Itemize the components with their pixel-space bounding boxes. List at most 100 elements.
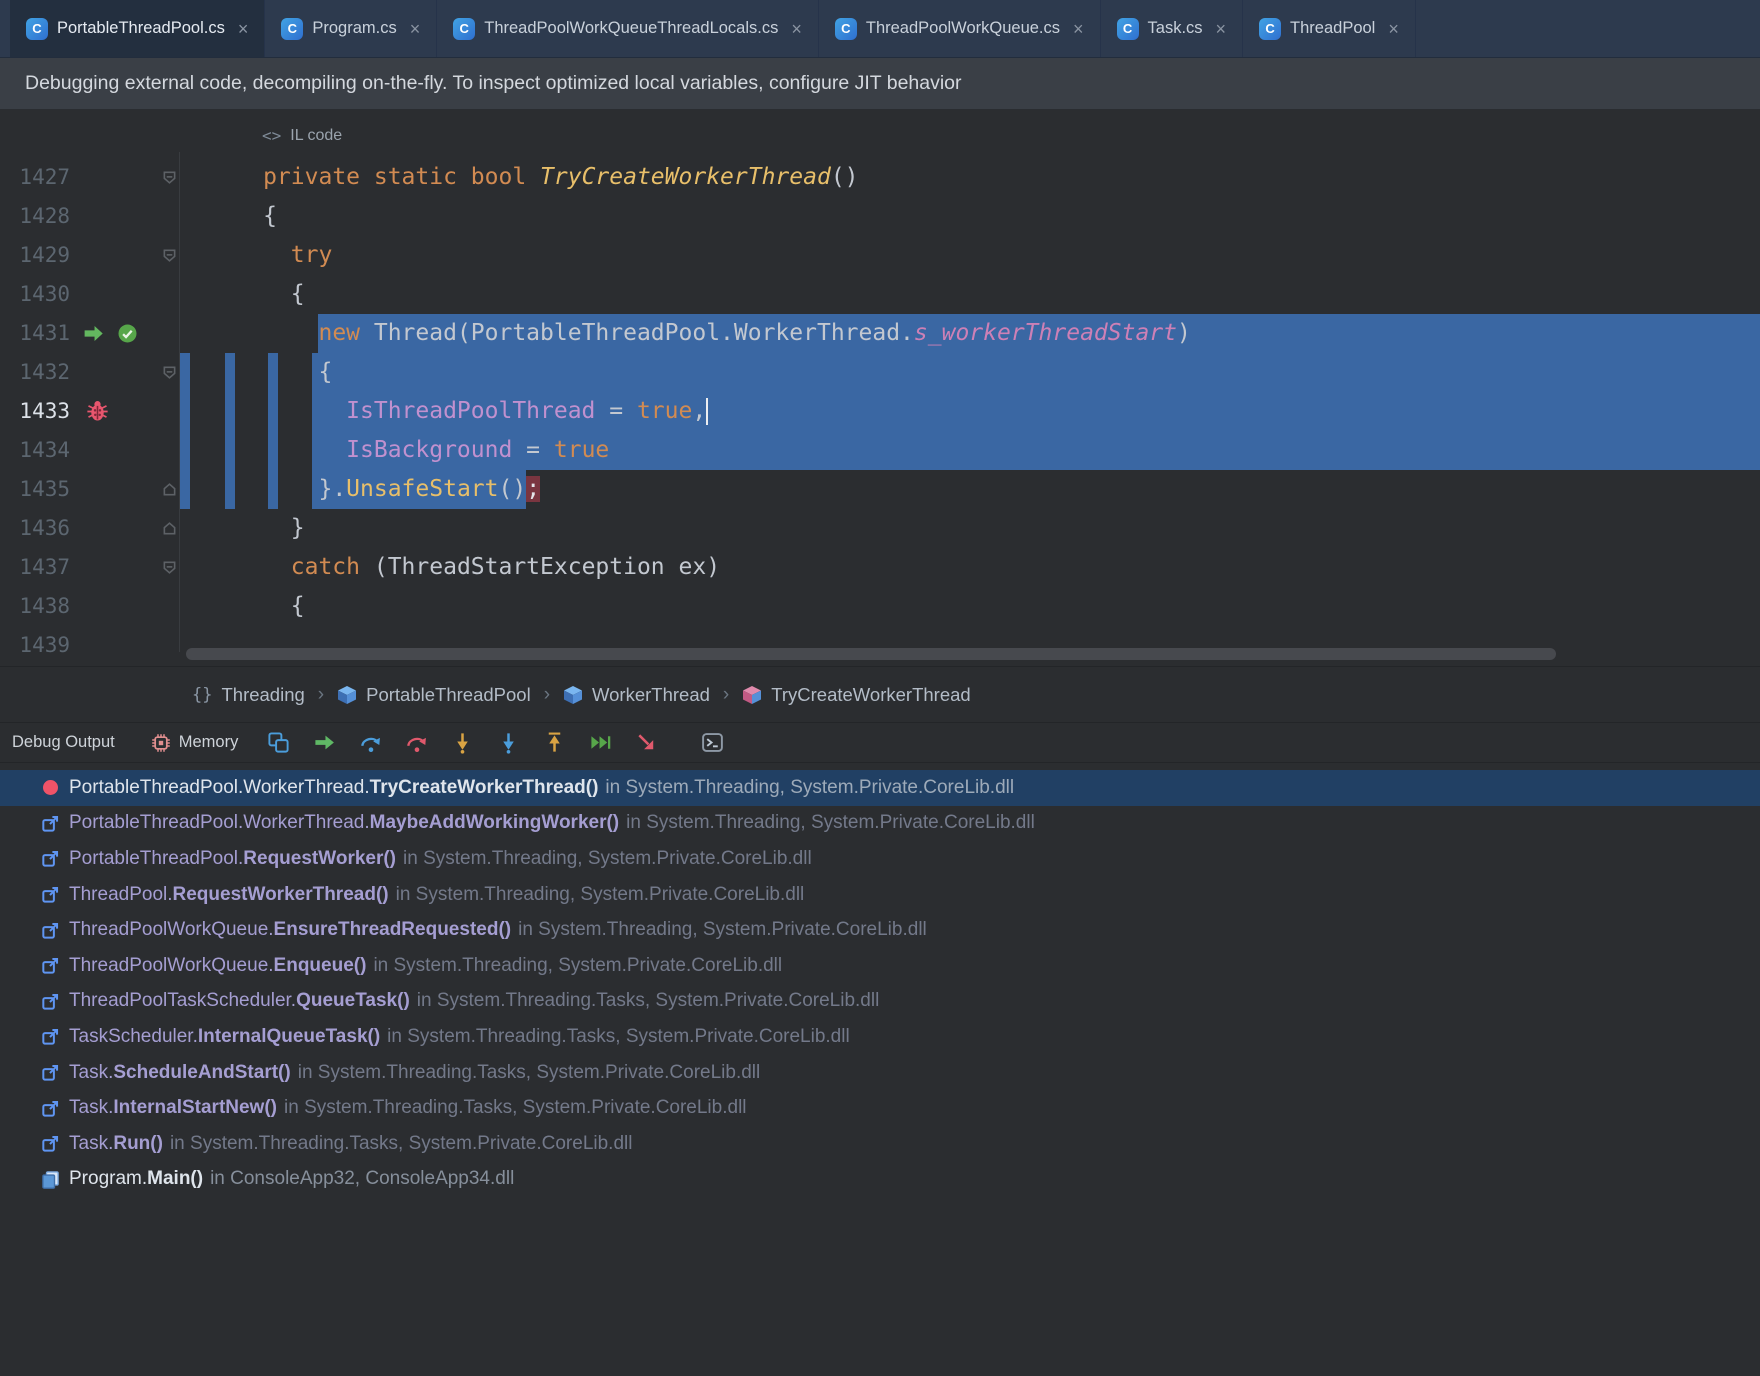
force-step-over-button[interactable] xyxy=(404,730,429,755)
code-lens-icon: <> xyxy=(262,126,281,145)
memory-tab[interactable]: Memory xyxy=(151,733,239,753)
code-line[interactable]: { xyxy=(180,587,1760,626)
stack-frame[interactable]: PortableThreadPool.RequestWorker()in Sys… xyxy=(0,841,1760,877)
stack-frame[interactable]: Task.Run()in System.Threading.Tasks, Sys… xyxy=(0,1126,1760,1162)
fold-collapse-icon[interactable] xyxy=(162,365,177,380)
code-line[interactable]: { xyxy=(180,275,1760,314)
tab-task-cs[interactable]: CTask.cs× xyxy=(1101,0,1244,57)
breadcrumb-trycreateworkerthread[interactable]: TryCreateWorkerThread xyxy=(742,684,970,706)
gutter: 1428 xyxy=(0,197,180,236)
breadcrumb-workerthread[interactable]: WorkerThread xyxy=(563,684,710,706)
breadcrumb-portablethreadpool[interactable]: PortableThreadPool xyxy=(337,684,531,706)
frame-location: in System.Threading.Tasks, System.Privat… xyxy=(298,1062,761,1084)
step-over-button[interactable] xyxy=(358,730,383,755)
close-icon[interactable]: × xyxy=(238,20,249,38)
stack-frame[interactable]: TaskScheduler.InternalQueueTask()in Syst… xyxy=(0,1019,1760,1055)
stack-frame[interactable]: PortableThreadPool.WorkerThread.MaybeAdd… xyxy=(0,806,1760,842)
code-text: { xyxy=(180,587,1760,626)
method-icon xyxy=(742,685,762,705)
namespace-icon: {} xyxy=(192,685,212,705)
console-button[interactable] xyxy=(700,730,725,755)
step-out-button[interactable] xyxy=(542,730,567,755)
resume-button[interactable] xyxy=(312,730,337,755)
step-into-button[interactable] xyxy=(450,730,475,755)
code-line[interactable]: try xyxy=(180,236,1760,275)
tab-threadpoolworkqueuethreadlocals-cs[interactable]: CThreadPoolWorkQueueThreadLocals.cs× xyxy=(437,0,819,57)
frame-prefix: Task. xyxy=(69,1097,113,1119)
code-line[interactable]: new Thread(PortableThreadPool.WorkerThre… xyxy=(180,314,1760,353)
ide-window: CPortableThreadPool.cs×CProgram.cs× C Thre… xyxy=(0,0,1760,1376)
close-icon[interactable]: × xyxy=(1073,20,1084,38)
fold-end-icon[interactable] xyxy=(162,482,177,497)
frame-prefix: Task. xyxy=(69,1133,113,1155)
line-number: 1428 xyxy=(19,197,70,236)
code-text: IsThreadPoolThread = true, xyxy=(180,392,1760,431)
fold-end-icon[interactable] xyxy=(162,521,177,536)
breadcrumb-threading[interactable]: {}Threading xyxy=(192,684,305,706)
fold-collapse-icon[interactable] xyxy=(162,560,177,575)
gutter: 1427 xyxy=(0,158,180,197)
editor-line: 1438{ xyxy=(0,587,1760,626)
gutter: 1439 xyxy=(0,626,180,665)
horizontal-scrollbar[interactable] xyxy=(186,648,1556,660)
force-run-to-cursor-button[interactable] xyxy=(634,730,659,755)
code-text: } xyxy=(180,509,1760,548)
frame-location: in System.Threading, System.Private.Core… xyxy=(396,884,805,906)
gutter: 1436 xyxy=(0,509,180,548)
il-code-lens[interactable]: <> IL code xyxy=(262,126,342,145)
editor-line: 1436} xyxy=(0,509,1760,548)
stack-frame[interactable]: ThreadPoolWorkQueue.Enqueue()in System.T… xyxy=(0,948,1760,984)
smart-step-into-button[interactable] xyxy=(496,730,521,755)
close-icon[interactable]: × xyxy=(410,20,421,38)
stack-frame[interactable]: ThreadPoolWorkQueue.EnsureThreadRequeste… xyxy=(0,912,1760,948)
code-line[interactable]: { xyxy=(180,197,1760,236)
stack-frame[interactable]: Program.Main()in ConsoleApp32, ConsoleAp… xyxy=(0,1162,1760,1198)
frame-prefix: ThreadPool. xyxy=(69,884,173,906)
tab-label: ThreadPool xyxy=(1290,19,1375,38)
tab-threadpool[interactable]: CThreadPool× xyxy=(1243,0,1416,57)
breakpoint-bug-icon[interactable] xyxy=(84,398,111,425)
code-line[interactable]: private static bool TryCreateWorkerThrea… xyxy=(180,158,1760,197)
stack-frame[interactable]: Task.ScheduleAndStart()in System.Threadi… xyxy=(0,1055,1760,1091)
code-editor[interactable]: <> IL code 1427 private static bool TryCr… xyxy=(0,110,1760,666)
code-line[interactable]: IsBackground = true xyxy=(180,431,1760,470)
close-icon[interactable]: × xyxy=(1388,20,1399,38)
editor-line: 1429try xyxy=(0,236,1760,275)
show-execution-point-button[interactable] xyxy=(266,730,291,755)
code-text: { xyxy=(180,197,1760,236)
stack-frame[interactable]: Task.InternalStartNew()in System.Threadi… xyxy=(0,1090,1760,1126)
tab-label: ThreadPoolWorkQueue.cs xyxy=(866,19,1060,38)
stack-frame[interactable]: PortableThreadPool.WorkerThread.TryCreat… xyxy=(0,770,1760,806)
code-text: new Thread(PortableThreadPool.WorkerThre… xyxy=(180,314,1760,353)
run-to-cursor-button[interactable] xyxy=(588,730,613,755)
code-line[interactable]: } xyxy=(180,509,1760,548)
close-icon[interactable]: × xyxy=(791,20,802,38)
tab-program-cs[interactable]: CProgram.cs× xyxy=(265,0,437,57)
gutter: 1438 xyxy=(0,587,180,626)
tab-portablethreadpool-cs[interactable]: CPortableThreadPool.cs× xyxy=(10,0,265,57)
line-number: 1436 xyxy=(19,509,70,548)
code-line[interactable]: IsThreadPoolThread = true, xyxy=(180,392,1760,431)
editor-line: 1437catch (ThreadStartException ex) xyxy=(0,548,1760,587)
breadcrumb-label: PortableThreadPool xyxy=(366,684,531,706)
code-line[interactable]: catch (ThreadStartException ex) xyxy=(180,548,1760,587)
fold-collapse-icon[interactable] xyxy=(162,170,177,185)
frame-location: in System.Threading.Tasks, System.Privat… xyxy=(417,990,880,1012)
line-number: 1427 xyxy=(19,158,70,197)
code-line[interactable]: { xyxy=(180,353,1760,392)
code-line[interactable]: }.UnsafeStart(); xyxy=(180,470,1760,509)
debug-output-tab[interactable]: Debug Output xyxy=(12,733,115,752)
line-number: 1439 xyxy=(19,626,70,665)
stack-frame[interactable]: ThreadPoolTaskScheduler.QueueTask()in Sy… xyxy=(0,984,1760,1020)
stack-frame[interactable]: ThreadPool.RequestWorkerThread() in Syste… xyxy=(0,877,1760,913)
csharp-file-icon: C xyxy=(26,18,48,40)
tab-threadpoolworkqueue-cs[interactable]: CThreadPoolWorkQueue.cs× xyxy=(819,0,1101,57)
external-frame-icon xyxy=(40,1098,60,1118)
gutter: 1434 xyxy=(0,431,180,470)
fold-collapse-icon[interactable] xyxy=(162,248,177,263)
editor-line: 1434IsBackground = true xyxy=(0,431,1760,470)
frame-method: RequestWorker() xyxy=(243,848,396,870)
frame-method: RequestWorkerThread() xyxy=(173,884,389,906)
close-icon[interactable]: × xyxy=(1216,20,1227,38)
tab-label: ThreadPoolWorkQueueThreadLocals.cs xyxy=(484,19,778,38)
